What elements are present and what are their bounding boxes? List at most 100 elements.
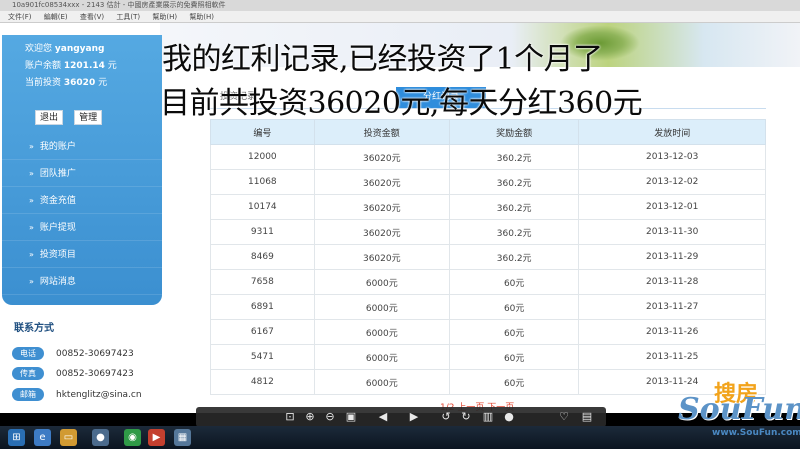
- menu-edit[interactable]: 編輯(E): [44, 13, 68, 21]
- menu-view[interactable]: 查看(V): [80, 13, 104, 21]
- next-icon[interactable]: ▶: [406, 407, 422, 427]
- cell-date: 2013-12-01: [578, 194, 766, 220]
- menu-tools[interactable]: 工具(T): [116, 13, 140, 21]
- table-row: 10174 36020元 360.2元 2013-12-01: [210, 194, 766, 220]
- sidebar-item-label: 投资项目: [39, 250, 76, 260]
- cell-amount: 6000元: [313, 369, 450, 395]
- column-header-id: 编号: [210, 119, 315, 145]
- app-icon[interactable]: ●: [92, 429, 109, 446]
- zoom-out-icon[interactable]: ⊖: [322, 407, 338, 427]
- cell-id: 12000: [210, 144, 315, 170]
- viewer-icon[interactable]: ▦: [174, 429, 191, 446]
- previous-icon[interactable]: ◀: [375, 407, 391, 427]
- viewer-toolbar: ⊡ ⊕ ⊖ ▣ ◀ ▶ ↺ ↻ ▥ ● ♡ ▤: [196, 407, 606, 427]
- cell-reward: 60元: [448, 269, 580, 295]
- cell-date: 2013-12-02: [578, 169, 766, 195]
- balance-unit: 元: [107, 61, 117, 71]
- cell-reward: 60元: [448, 369, 580, 395]
- slideshow-icon[interactable]: ▣: [343, 407, 359, 427]
- welcome-label: 欢迎您: [25, 44, 53, 54]
- rotate-right-icon[interactable]: ↻: [458, 407, 474, 427]
- cell-date: 2013-11-25: [578, 344, 766, 370]
- logout-button[interactable]: 退出: [35, 110, 64, 125]
- folder-icon[interactable]: ▭: [60, 429, 77, 446]
- user-buttons: 退出 管理: [35, 105, 108, 125]
- start-icon[interactable]: ⊞: [8, 429, 25, 446]
- fax-value: 00852-30697423: [56, 369, 134, 379]
- soufun-watermark: 搜房 SouFun www.SouFun.com: [676, 376, 800, 449]
- caption-line-1: 我的红利记录,已经投资了1个月了: [162, 42, 603, 77]
- chevron-right-icon: »: [29, 196, 34, 205]
- balance-value: 1201.14: [63, 61, 105, 71]
- dividend-table: 编号 投资金额 奖励金额 发放时间 12000 36020元 360.2元 2013-…: [210, 119, 766, 395]
- info-icon[interactable]: ●: [501, 407, 517, 427]
- table-row: 6891 6000元 60元 2013-11-27: [210, 294, 766, 320]
- menu-help[interactable]: 幫助(H): [152, 13, 177, 21]
- sidebar-item-messages[interactable]: » 网站消息: [2, 268, 162, 295]
- cell-id: 10174: [210, 194, 315, 220]
- cell-amount: 6000元: [313, 294, 450, 320]
- cell-reward: 60元: [448, 344, 580, 370]
- cell-date: 2013-11-28: [578, 269, 766, 295]
- cell-reward: 360.2元: [448, 169, 580, 195]
- ie-icon[interactable]: e: [34, 429, 51, 446]
- sidebar-item-label: 账户提现: [39, 223, 76, 233]
- cell-date: 2013-12-03: [578, 144, 766, 170]
- chevron-right-icon: »: [29, 277, 34, 286]
- contact-fax: 传真 00852-30697423: [12, 367, 134, 381]
- column-header-amount: 投资金额: [313, 119, 450, 145]
- invest-label: 当前投资: [25, 78, 62, 88]
- table-row: 12000 36020元 360.2元 2013-12-03: [210, 144, 766, 170]
- cell-reward: 360.2元: [448, 194, 580, 220]
- rotate-left-icon[interactable]: ↺: [438, 407, 454, 427]
- invest-value: 36020: [63, 78, 96, 88]
- cell-reward: 60元: [448, 319, 580, 345]
- zoom-in-icon[interactable]: ⊕: [302, 407, 318, 427]
- cell-amount: 36020元: [313, 244, 450, 270]
- table-row: 6167 6000元 60元 2013-11-26: [210, 319, 766, 345]
- cell-amount: 6000元: [313, 269, 450, 295]
- fax-tag: 传真: [12, 367, 44, 380]
- cell-amount: 36020元: [313, 194, 450, 220]
- table-row: 9311 36020元 360.2元 2013-11-30: [210, 219, 766, 245]
- media-icon[interactable]: ▶: [148, 429, 165, 446]
- chevron-right-icon: »: [29, 250, 34, 259]
- cell-id: 7658: [210, 269, 315, 295]
- cell-date: 2013-11-26: [578, 319, 766, 345]
- sidebar-item-team-promotion[interactable]: » 团队推广: [2, 160, 162, 187]
- sidebar-item-deposit[interactable]: » 资金充值: [2, 187, 162, 214]
- email-tag: 邮箱: [12, 388, 44, 401]
- menu-help-2[interactable]: 幫助(H): [189, 13, 214, 21]
- column-header-reward: 奖励金额: [448, 119, 580, 145]
- chevron-right-icon: »: [29, 169, 34, 178]
- menu-file[interactable]: 文件(F): [8, 13, 32, 21]
- sidebar-item-my-account[interactable]: » 我的账户: [2, 133, 162, 160]
- print-icon[interactable]: ▤: [579, 407, 595, 427]
- email-value[interactable]: hktenglitz@sina.cn: [56, 390, 142, 400]
- welcome-line: 欢迎您 yangyang: [25, 41, 117, 58]
- table-row: 5471 6000元 60元 2013-11-25: [210, 344, 766, 370]
- browser-icon[interactable]: ◉: [124, 429, 141, 446]
- cell-date: 2013-11-30: [578, 219, 766, 245]
- cell-amount: 6000元: [313, 344, 450, 370]
- table-row: 11068 36020元 360.2元 2013-12-02: [210, 169, 766, 195]
- contact-title: 联系方式: [14, 323, 54, 334]
- cell-amount: 36020元: [313, 219, 450, 245]
- chevron-right-icon: »: [29, 142, 34, 151]
- watermark-en: SouFun: [678, 392, 800, 427]
- sidebar: 欢迎您 yangyang 账户余额 1201.14 元 当前投资 36020 元…: [2, 35, 162, 305]
- cell-reward: 360.2元: [448, 244, 580, 270]
- table-body: 12000 36020元 360.2元 2013-12-03 11068 36020元 36…: [210, 144, 766, 395]
- cell-amount: 36020元: [313, 169, 450, 195]
- delete-icon[interactable]: ▥: [480, 407, 496, 427]
- caption-line-2: 目前共投资36020元,每天分红360元: [160, 86, 643, 121]
- sidebar-item-withdraw[interactable]: » 账户提现: [2, 214, 162, 241]
- manage-button[interactable]: 管理: [74, 110, 103, 125]
- cell-id: 9311: [210, 219, 315, 245]
- cell-id: 5471: [210, 344, 315, 370]
- cell-amount: 36020元: [313, 144, 450, 170]
- favorite-icon[interactable]: ♡: [556, 407, 572, 427]
- actual-size-icon[interactable]: ⊡: [282, 407, 298, 427]
- sidebar-item-projects[interactable]: » 投资项目: [2, 241, 162, 268]
- cell-date: 2013-11-29: [578, 244, 766, 270]
